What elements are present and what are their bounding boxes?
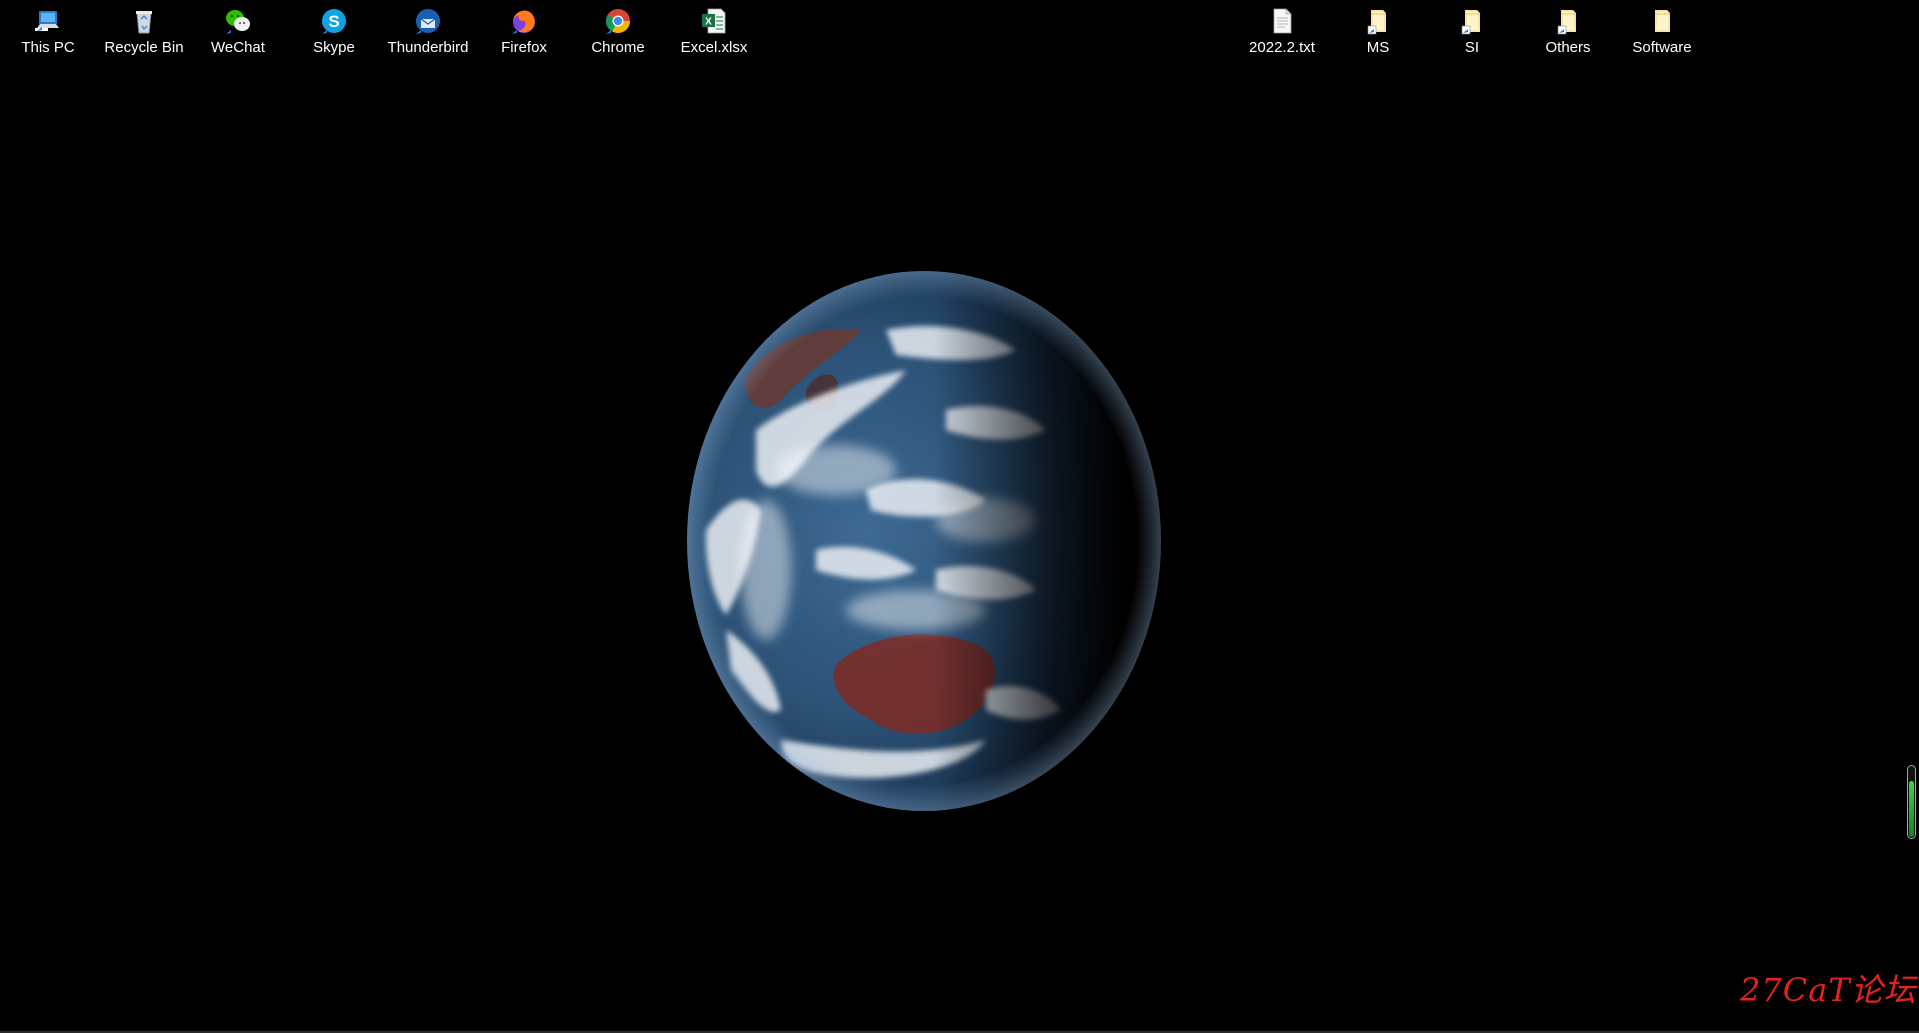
text-file-icon (1267, 6, 1297, 36)
svg-text:S: S (328, 12, 339, 31)
earth-image (687, 271, 1161, 811)
firefox-icon (509, 6, 539, 36)
desktop-icon-folder-si[interactable]: SI (1426, 4, 1518, 64)
desktop-icon-recycle-bin[interactable]: Recycle Bin (98, 4, 190, 64)
folder-shortcut-icon (1363, 6, 1393, 36)
desktop-icon-wechat[interactable]: WeChat (192, 4, 284, 64)
excel-file-icon: X (699, 6, 729, 36)
icon-label: SI (1464, 39, 1480, 56)
wechat-icon (223, 6, 253, 36)
desktop-icons-right: 2022.2.txt MS SI Others Software (1236, 4, 1716, 64)
icon-label: Chrome (591, 39, 645, 56)
icon-label: Software (1632, 39, 1692, 56)
desktop-icon-firefox[interactable]: Firefox (478, 4, 570, 64)
icon-label: Firefox (501, 39, 547, 56)
icon-label: This PC (21, 39, 75, 56)
desktop-icon-folder-ms[interactable]: MS (1332, 4, 1424, 64)
folder-shortcut-icon (1457, 6, 1487, 36)
recycle-bin-icon (129, 6, 159, 36)
icon-label: Others (1545, 39, 1591, 56)
icon-label: Recycle Bin (104, 39, 184, 56)
desktop-icon-chrome[interactable]: Chrome (572, 4, 664, 64)
folder-icon (1647, 6, 1677, 36)
icon-label: 2022.2.txt (1249, 39, 1315, 56)
computer-icon (33, 6, 63, 36)
gauge-fill (1909, 781, 1914, 837)
icon-label: Skype (313, 39, 355, 56)
desktop-icon-this-pc[interactable]: This PC (2, 4, 94, 64)
desktop-icons-left: This PC Recycle Bin WeChat S Skype Thund… (2, 4, 762, 64)
icon-label: Excel.xlsx (680, 39, 748, 56)
chrome-icon (603, 6, 633, 36)
thunderbird-icon (413, 6, 443, 36)
svg-text:X: X (705, 17, 712, 28)
desktop-icon-folder-software[interactable]: Software (1616, 4, 1708, 64)
desktop-icon-skype[interactable]: S Skype (288, 4, 380, 64)
skype-icon: S (319, 6, 349, 36)
watermark: 27CaT论坛 (1740, 971, 1917, 1009)
desktop: This PC Recycle Bin WeChat S Skype Thund… (0, 0, 1919, 1033)
icon-label: MS (1366, 39, 1390, 56)
desktop-icon-thunderbird[interactable]: Thunderbird (382, 4, 474, 64)
desktop-icon-excel-file[interactable]: X Excel.xlsx (668, 4, 760, 64)
icon-label: Thunderbird (387, 39, 469, 56)
icon-label: WeChat (211, 39, 265, 56)
desktop-icon-text-file[interactable]: 2022.2.txt (1236, 4, 1328, 64)
folder-shortcut-icon (1553, 6, 1583, 36)
earth-wallpaper (686, 270, 1162, 812)
desktop-icon-folder-others[interactable]: Others (1522, 4, 1614, 64)
level-gauge[interactable] (1907, 765, 1916, 839)
